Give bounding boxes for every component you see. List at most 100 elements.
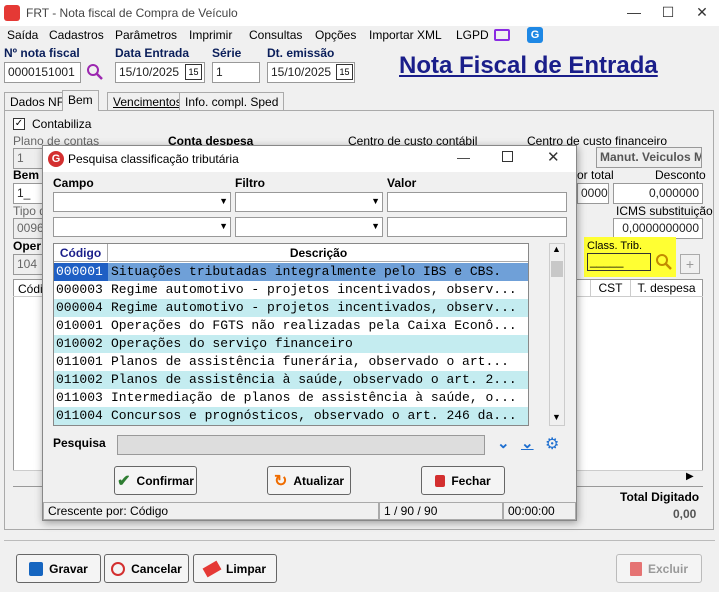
table-row[interactable]: 011002 Planos de assistência à saúde, obs… [54,371,528,389]
excluir-button[interactable]: Excluir [616,554,702,583]
double-chevron-down-icon[interactable]: ⌄ [497,434,510,452]
valor-total-input[interactable]: 0000 [577,183,609,204]
last-record-icon[interactable]: ⌄ [521,434,534,452]
window-title: FRT - Nota fiscal de Compra de Veículo [26,6,238,20]
dialog-title: Pesquisa classificação tributária [68,152,239,166]
calendar-icon[interactable]: 15 [336,64,353,80]
filtro-select-1[interactable]: ▼ [235,192,383,212]
pesquisa-input[interactable] [117,435,485,455]
atualizar-button[interactable]: ↻ Atualizar [267,466,351,495]
scroll-thumb[interactable] [551,261,563,277]
row-codigo: 011004 [56,408,103,423]
tab-dados-nf[interactable]: Dados NF [4,92,71,111]
chevron-down-icon: ▼ [219,221,228,231]
desconto-input[interactable]: 0,000000 [613,183,703,204]
col-codigo[interactable]: Código [54,244,108,262]
bem-label: Bem [13,168,40,182]
desconto-label: Desconto [655,168,706,182]
menu-imprimir[interactable]: Imprimir [189,28,232,42]
search-icon[interactable] [86,63,104,81]
dialog-close-button[interactable]: ✕ [547,148,560,166]
chevron-down-icon: ▼ [219,196,228,206]
gear-icon[interactable]: ⚙ [545,434,559,454]
dt-emissao-label: Dt. emissão [267,46,335,60]
campo-label: Campo [53,176,94,190]
menu-saida[interactable]: Saída [7,28,38,42]
class-trib-input[interactable]: _____ [587,253,651,271]
maximize-button[interactable]: ☐ [651,0,685,26]
table-row[interactable]: 011004 Concursos e prognósticos, observad… [54,407,528,425]
minimize-button[interactable]: — [617,0,651,26]
total-digitado-value: 0,00 [673,507,697,521]
confirmar-button[interactable]: ✔ Confirmar [114,466,197,495]
row-codigo: 011001 [56,354,103,369]
menu-bar: Saída Cadastros Parâmetros Imprimir Cons… [0,26,719,46]
campo-select-2[interactable]: ▼ [53,217,231,237]
dialog-app-icon: G [48,151,64,167]
tab-info-compl-sped[interactable]: Info. compl. Sped [179,92,285,111]
check-icon: ✔ [117,472,131,490]
tab-bem[interactable]: Bem [62,90,99,111]
tipo-label: Tipo d [13,204,46,218]
row-codigo: 011003 [56,390,103,405]
plano-contas-input[interactable]: 1 [13,148,43,169]
col-descricao[interactable]: Descrição [109,244,528,262]
contabiliza-checkbox[interactable]: ✓ [13,118,25,130]
menu-importar-xml[interactable]: Importar XML [369,28,442,42]
scroll-right-icon[interactable]: ▶ [686,471,694,482]
menu-parametros[interactable]: Parâmetros [115,28,177,42]
filtro-select-2[interactable]: ▼ [235,217,383,237]
valor-input-1[interactable] [387,192,567,212]
table-row[interactable]: 000004 Regime automotivo - projetos incen… [54,299,528,317]
app-logo-icon[interactable]: G [527,27,543,43]
row-descricao: Operações do serviço financeiro [111,336,353,351]
items-col-codigo: Códi [18,282,43,296]
tipo-input[interactable]: 0096 [13,218,44,239]
close-button[interactable]: ✕ [685,0,719,26]
cancelar-button[interactable]: Cancelar [104,554,189,583]
pesquisa-label: Pesquisa [53,436,106,450]
chevron-down-icon: ▼ [371,221,380,231]
results-scrollbar[interactable]: ▲ ▼ [549,243,565,426]
menu-lgpd[interactable]: LGPD [456,28,489,42]
gravar-button[interactable]: Gravar [16,554,101,583]
page-title: Nota Fiscal de Entrada [399,52,658,79]
oper-input[interactable]: 104 [13,254,43,275]
table-row[interactable]: 010002 Operações do serviço financeiro [54,335,528,353]
table-row[interactable]: 000003 Regime automotivo - projetos incen… [54,281,528,299]
fechar-button[interactable]: Fechar [421,466,505,495]
icms-substituicao-input[interactable]: 0,0000000000 [613,218,703,239]
row-descricao: Planos de assistência funerária, observa… [111,354,509,369]
table-row[interactable]: 000001 Situações tributadas integralmente… [54,263,528,281]
grid-separator [576,280,588,297]
menu-opcoes[interactable]: Opções [315,28,356,42]
search-icon[interactable] [655,253,673,271]
menu-consultas[interactable]: Consultas [249,28,302,42]
dialog-maximize-button[interactable] [502,151,513,162]
results-grid[interactable]: Código Descrição 000001 Situações tributa… [53,243,529,426]
calendar-icon[interactable]: 15 [185,64,202,80]
tab-vencimentos[interactable]: Vencimentos [107,92,188,111]
monitor-icon[interactable] [494,29,510,41]
scroll-up-icon[interactable]: ▲ [552,244,561,254]
menu-cadastros[interactable]: Cadastros [49,28,104,42]
nota-fiscal-input[interactable]: 0000151001 [4,62,81,83]
scroll-down-icon[interactable]: ▼ [552,412,561,422]
dialog-minimize-button[interactable]: — [457,150,470,165]
row-descricao: Situações tributadas integralmente pelo … [111,264,502,279]
table-row[interactable]: 011003 Intermediação de planos de assistê… [54,389,528,407]
valor-input-2[interactable] [387,217,567,237]
centro-custo-financeiro-input[interactable]: Manut. Veiculos M [596,147,702,168]
bem-input[interactable]: 1_ [13,183,43,204]
campo-select-1[interactable]: ▼ [53,192,231,212]
row-descricao: Operações do FGTS não realizadas pela Ca… [111,318,517,333]
refresh-icon: ↻ [273,472,288,490]
add-icon[interactable]: + [680,254,700,274]
icms-substituicao-label: ICMS substituição [616,204,713,218]
table-row[interactable]: 011001 Planos de assistência funerária, o… [54,353,528,371]
table-row[interactable]: 010001 Operações do FGTS não realizadas p… [54,317,528,335]
limpar-button[interactable]: Limpar [193,554,277,583]
pesquisa-dialog: G Pesquisa classificação tributária — ✕ … [42,145,577,521]
dialog-title-bar: G Pesquisa classificação tributária — ✕ [43,146,576,172]
serie-input[interactable]: 1 [212,62,260,83]
